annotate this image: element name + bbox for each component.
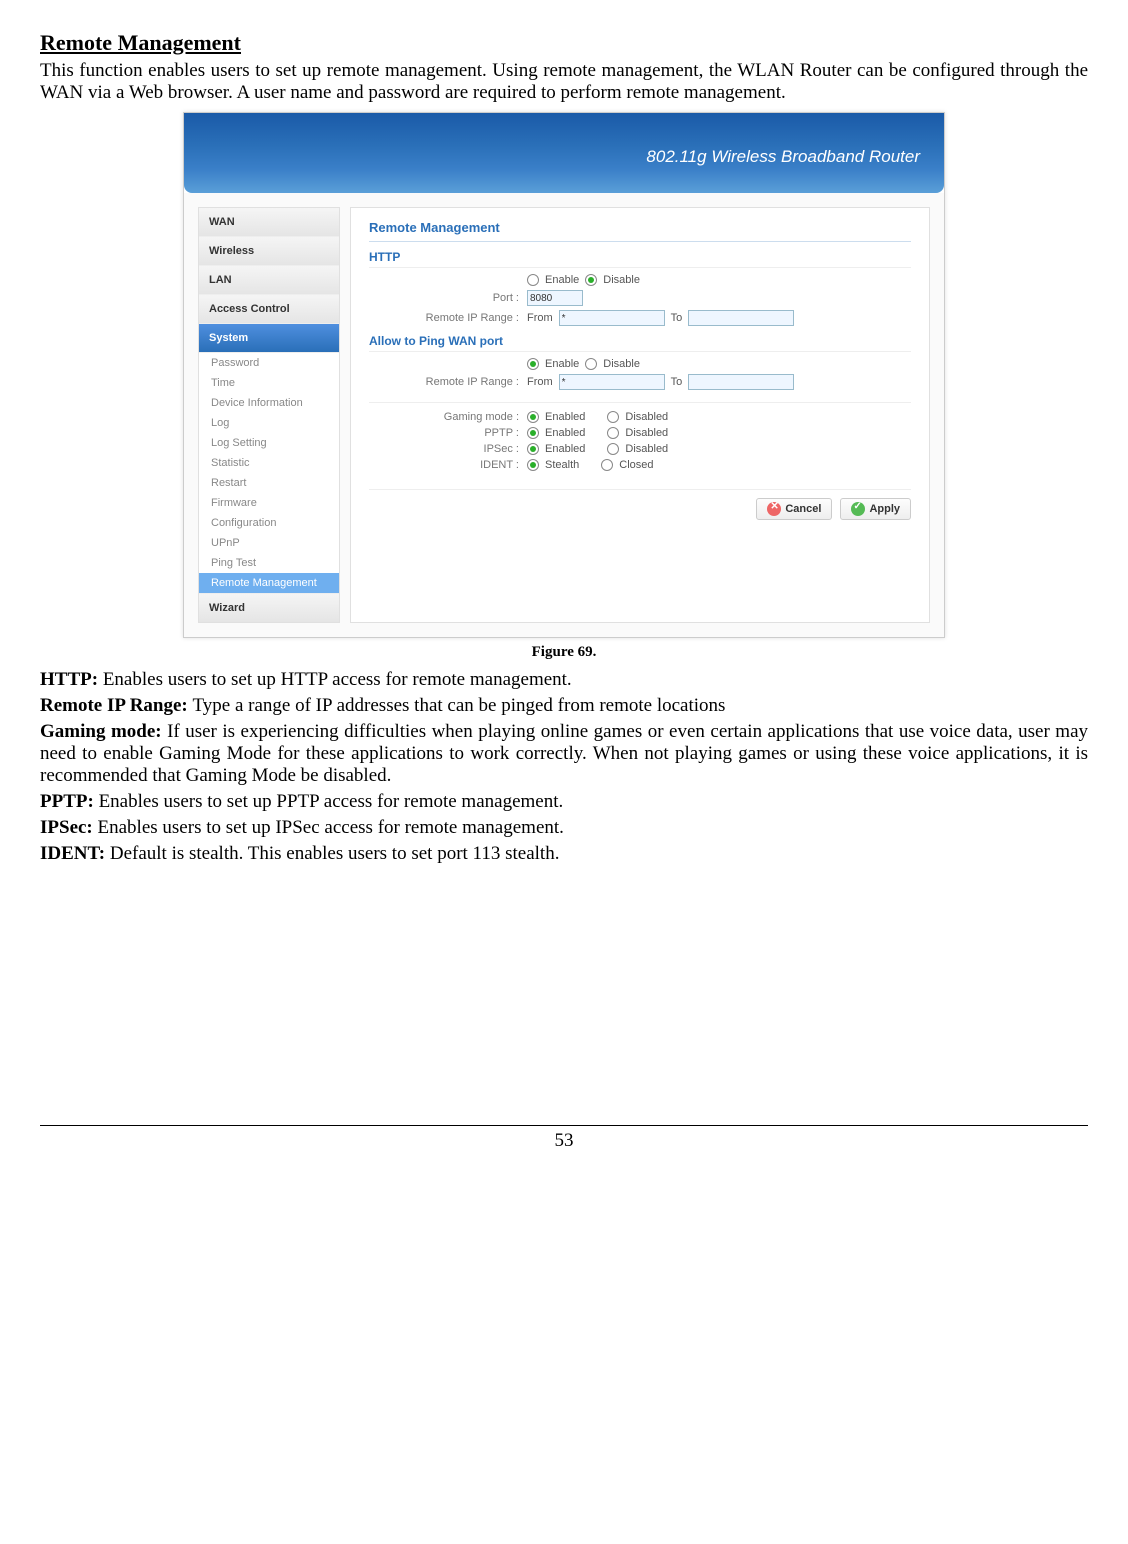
page-number: 53 [40, 1125, 1088, 1152]
ident-stealth-radio[interactable] [527, 459, 539, 471]
ping-from-input[interactable] [559, 374, 665, 390]
http-section: HTTP [369, 250, 911, 268]
pptp-disabled-radio[interactable] [607, 427, 619, 439]
panel-title: Remote Management [369, 216, 911, 242]
gaming-label: Gaming mode : [369, 411, 527, 423]
gaming-disabled-radio[interactable] [607, 411, 619, 423]
pptp-disabled-label: Disabled [625, 427, 668, 439]
ping-to-label: To [671, 376, 683, 388]
ipsec-disabled-radio[interactable] [607, 443, 619, 455]
sidebar-sub-remote-management[interactable]: Remote Management [199, 573, 339, 593]
remote-ip-def: Type a range of IP addresses that can be… [193, 695, 726, 716]
sidebar-sub-firmware[interactable]: Firmware [199, 493, 339, 513]
sidebar-sub-configuration[interactable]: Configuration [199, 513, 339, 533]
sidebar-item-lan[interactable]: LAN [199, 266, 339, 295]
ipsec-enabled-radio[interactable] [527, 443, 539, 455]
intro-paragraph: This function enables users to set up re… [40, 60, 1088, 104]
apply-button[interactable]: Apply [840, 498, 911, 520]
gaming-disabled-label: Disabled [625, 411, 668, 423]
sidebar-sub-device-info[interactable]: Device Information [199, 393, 339, 413]
sidebar-sub-password[interactable]: Password [199, 353, 339, 373]
ident-closed-radio[interactable] [601, 459, 613, 471]
sidebar-sub-log-setting[interactable]: Log Setting [199, 433, 339, 453]
http-to-label: To [671, 312, 683, 324]
ping-disable-label: Disable [603, 358, 640, 370]
pptp-label: PPTP : [369, 427, 527, 439]
http-from-input[interactable] [559, 310, 665, 326]
sidebar-sub-time[interactable]: Time [199, 373, 339, 393]
ping-section: Allow to Ping WAN port [369, 334, 911, 352]
gaming-enabled-radio[interactable] [527, 411, 539, 423]
http-disable-label: Disable [603, 274, 640, 286]
apply-button-label: Apply [869, 503, 900, 515]
http-from-label: From [527, 312, 553, 324]
sidebar-sub-upnp[interactable]: UPnP [199, 533, 339, 553]
ipsec-enabled-label: Enabled [545, 443, 585, 455]
sidebar-item-system[interactable]: System [199, 324, 339, 353]
http-def: Enables users to set up HTTP access for … [103, 669, 572, 690]
http-enable-label: Enable [545, 274, 579, 286]
sidebar-sub-statistic[interactable]: Statistic [199, 453, 339, 473]
http-ip-label: Remote IP Range : [369, 312, 527, 324]
pptp-enabled-radio[interactable] [527, 427, 539, 439]
ipsec-def: Enables users to set up IPSec access for… [98, 817, 564, 838]
figure-wrap: 802.11g Wireless Broadband Router WAN Wi… [40, 112, 1088, 638]
pptp-enabled-label: Enabled [545, 427, 585, 439]
sidebar-sub-log[interactable]: Log [199, 413, 339, 433]
cancel-icon [767, 502, 781, 516]
ident-def: Default is stealth. This enables users t… [110, 843, 560, 864]
http-enable-radio[interactable] [527, 274, 539, 286]
section-title: Remote Management [40, 30, 1088, 56]
ipsec-disabled-label: Disabled [625, 443, 668, 455]
ping-from-label: From [527, 376, 553, 388]
gaming-def: If user is experiencing difficulties whe… [40, 721, 1088, 786]
figure-caption: Figure 69. [40, 644, 1088, 661]
sidebar: WAN Wireless LAN Access Control System P… [198, 207, 340, 623]
ping-to-input[interactable] [688, 374, 794, 390]
ping-disable-radio[interactable] [585, 358, 597, 370]
gaming-enabled-label: Enabled [545, 411, 585, 423]
http-to-input[interactable] [688, 310, 794, 326]
port-input[interactable] [527, 290, 583, 306]
ident-stealth-label: Stealth [545, 459, 579, 471]
cancel-button[interactable]: Cancel [756, 498, 832, 520]
port-label: Port : [369, 292, 527, 304]
router-screenshot: 802.11g Wireless Broadband Router WAN Wi… [183, 112, 945, 638]
ident-label: IDENT : [369, 459, 527, 471]
sidebar-item-wireless[interactable]: Wireless [199, 237, 339, 266]
sidebar-item-access-control[interactable]: Access Control [199, 295, 339, 324]
cancel-button-label: Cancel [785, 503, 821, 515]
banner-text: 802.11g Wireless Broadband Router [646, 147, 920, 167]
http-disable-radio[interactable] [585, 274, 597, 286]
apply-icon [851, 502, 865, 516]
sidebar-sub-restart[interactable]: Restart [199, 473, 339, 493]
definitions: HTTP: Enables users to set up HTTP acces… [40, 669, 1088, 865]
ping-enable-radio[interactable] [527, 358, 539, 370]
pptp-def: Enables users to set up PPTP access for … [99, 791, 564, 812]
ping-ip-label: Remote IP Range : [369, 376, 527, 388]
sidebar-sub-ping-test[interactable]: Ping Test [199, 553, 339, 573]
router-banner: 802.11g Wireless Broadband Router [184, 113, 944, 193]
content-panel: Remote Management HTTP Enable Disable Po… [350, 207, 930, 623]
ping-enable-label: Enable [545, 358, 579, 370]
ipsec-label: IPSec : [369, 443, 527, 455]
sidebar-item-wizard[interactable]: Wizard [199, 593, 339, 622]
ident-closed-label: Closed [619, 459, 653, 471]
sidebar-item-wan[interactable]: WAN [199, 208, 339, 237]
